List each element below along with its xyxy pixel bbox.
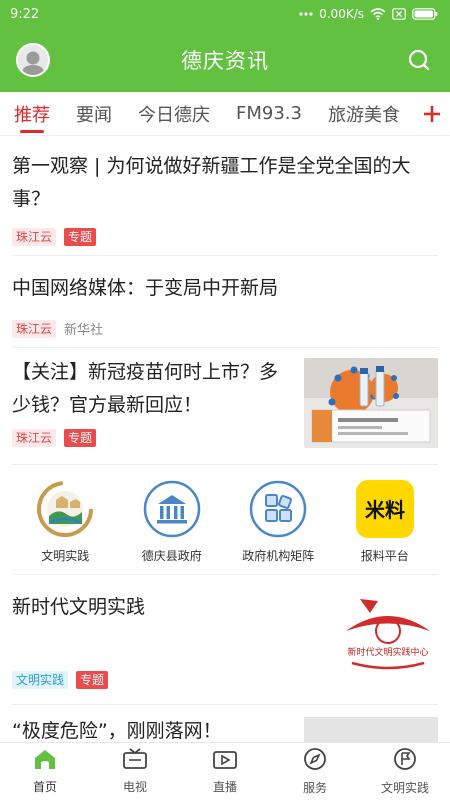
service-report-platform[interactable]: 米料 报料平台 — [332, 479, 439, 564]
topic-tag: 专题 — [64, 228, 97, 246]
nav-label: 文明实践 — [380, 781, 429, 795]
tab-fade — [396, 92, 414, 135]
home-icon — [33, 748, 57, 774]
service-label: 报料平台 — [360, 549, 409, 563]
article-headline: 第一观察 | 为何说做好新疆工作是全党全国的大事？ — [12, 155, 411, 210]
compass-icon — [303, 747, 327, 775]
tab-news[interactable]: 要闻 — [76, 92, 112, 135]
news-article[interactable]: 第一观察 | 为何说做好新疆工作是全党全国的大事？ 珠江云 专题 — [12, 136, 438, 256]
tab-fm933[interactable]: FM93.3 — [236, 92, 302, 135]
status-indicators: 0.00K/s — [299, 7, 438, 21]
search-icon[interactable] — [404, 45, 434, 75]
tv-icon — [122, 748, 148, 774]
report-platform-icon-text: 米料 — [365, 498, 405, 522]
government-building-icon — [142, 479, 202, 539]
source-tag: 文明实践 — [12, 671, 69, 689]
article-meta: 珠江云 专题 — [12, 228, 97, 246]
service-civilization-practice[interactable]: 文明实践 — [12, 479, 119, 564]
tab-today-deqing[interactable]: 今日德庆 — [138, 92, 210, 135]
topic-tag: 专题 — [64, 429, 97, 447]
thumbnail-caption: 新时代文明实践中心 — [347, 646, 428, 658]
battery-icon — [412, 8, 438, 20]
wifi-icon — [370, 8, 386, 20]
nav-label: 直播 — [212, 780, 237, 794]
nav-label: 电视 — [122, 780, 147, 794]
nav-home[interactable]: 首页 — [0, 743, 90, 800]
nav-tv[interactable]: 电视 — [90, 743, 180, 800]
featured-article[interactable]: 新时代文明实践 文明实践 专题 新时代文明实践中心 — [12, 575, 438, 705]
app-title: 德庆资讯 — [181, 49, 269, 73]
service-county-government[interactable]: 德庆县政府 — [119, 479, 226, 564]
source-tag: 珠江云 — [12, 228, 57, 246]
article-headline: 【关注】新冠疫苗何时上市？多少钱？官方最新回应！ — [12, 361, 279, 416]
nav-services[interactable]: 服务 — [270, 743, 360, 800]
civilization-center-thumbnail: 新时代文明实践中心 — [338, 591, 438, 681]
nav-label: 服务 — [302, 781, 327, 795]
vaccine-thumbnail — [304, 358, 438, 448]
network-speed: 0.00K/s — [319, 7, 364, 21]
source-name: 新华社 — [64, 323, 104, 338]
article-meta: 珠江云 新华社 — [12, 319, 103, 338]
status-time: 9:22 — [10, 6, 40, 22]
news-feed: 第一观察 | 为何说做好新疆工作是全党全国的大事？ 珠江云 专题 中国网络媒体：… — [0, 136, 450, 745]
service-government-matrix[interactable]: 政府机构矩阵 — [225, 479, 332, 564]
article-headline: 中国网络媒体：于变局中开新局 — [12, 277, 279, 299]
live-video-icon — [212, 748, 238, 774]
service-label: 政府机构矩阵 — [242, 549, 315, 563]
source-tag: 珠江云 — [12, 429, 57, 447]
bottom-navigation: 首页 电视 直播 服务 文明实践 — [0, 742, 450, 800]
tab-travel-food[interactable]: 旅游美食 — [328, 92, 400, 135]
status-bar: 9:22 0.00K/s — [0, 0, 450, 28]
topic-tag: 专题 — [76, 671, 109, 689]
news-article[interactable]: “极度危险”，刚刚落网！ — [12, 705, 438, 745]
signal-dots-icon — [299, 12, 313, 16]
matrix-grid-icon — [248, 479, 308, 539]
tab-recommend[interactable]: 推荐 — [14, 92, 50, 135]
user-avatar-icon[interactable] — [16, 43, 50, 77]
service-label: 文明实践 — [41, 549, 90, 563]
service-shortcuts: 文明实践 德庆县政府 政府机构矩阵 米料 报料平台 — [12, 465, 438, 575]
article-meta: 文明实践 专题 — [12, 671, 109, 689]
sim-x-icon — [392, 8, 406, 20]
civilization-practice-icon — [35, 479, 95, 539]
article-thumbnail — [304, 717, 438, 745]
nav-civilization-practice[interactable]: 文明实践 — [360, 743, 450, 800]
add-tab-icon[interactable] — [414, 92, 450, 135]
article-meta: 珠江云 专题 — [12, 429, 97, 447]
report-platform-icon: 米料 — [355, 479, 415, 539]
service-label: 德庆县政府 — [141, 549, 202, 563]
category-tabs: 推荐 要闻 今日德庆 FM93.3 旅游美食 — [0, 92, 450, 136]
source-tag: 珠江云 — [12, 319, 57, 338]
app-screen: 9:22 0.00K/s 德庆资讯 推荐 要闻 今日德庆 FM93.3 旅游美食… — [0, 0, 450, 800]
app-header: 德庆资讯 — [0, 28, 450, 92]
news-article[interactable]: 【关注】新冠疫苗何时上市？多少钱？官方最新回应！ 珠江云 专题 — [12, 348, 438, 465]
nav-label: 首页 — [32, 780, 57, 794]
news-article[interactable]: 中国网络媒体：于变局中开新局 珠江云 新华社 — [12, 256, 438, 348]
flag-icon — [393, 747, 417, 775]
nav-live[interactable]: 直播 — [180, 743, 270, 800]
